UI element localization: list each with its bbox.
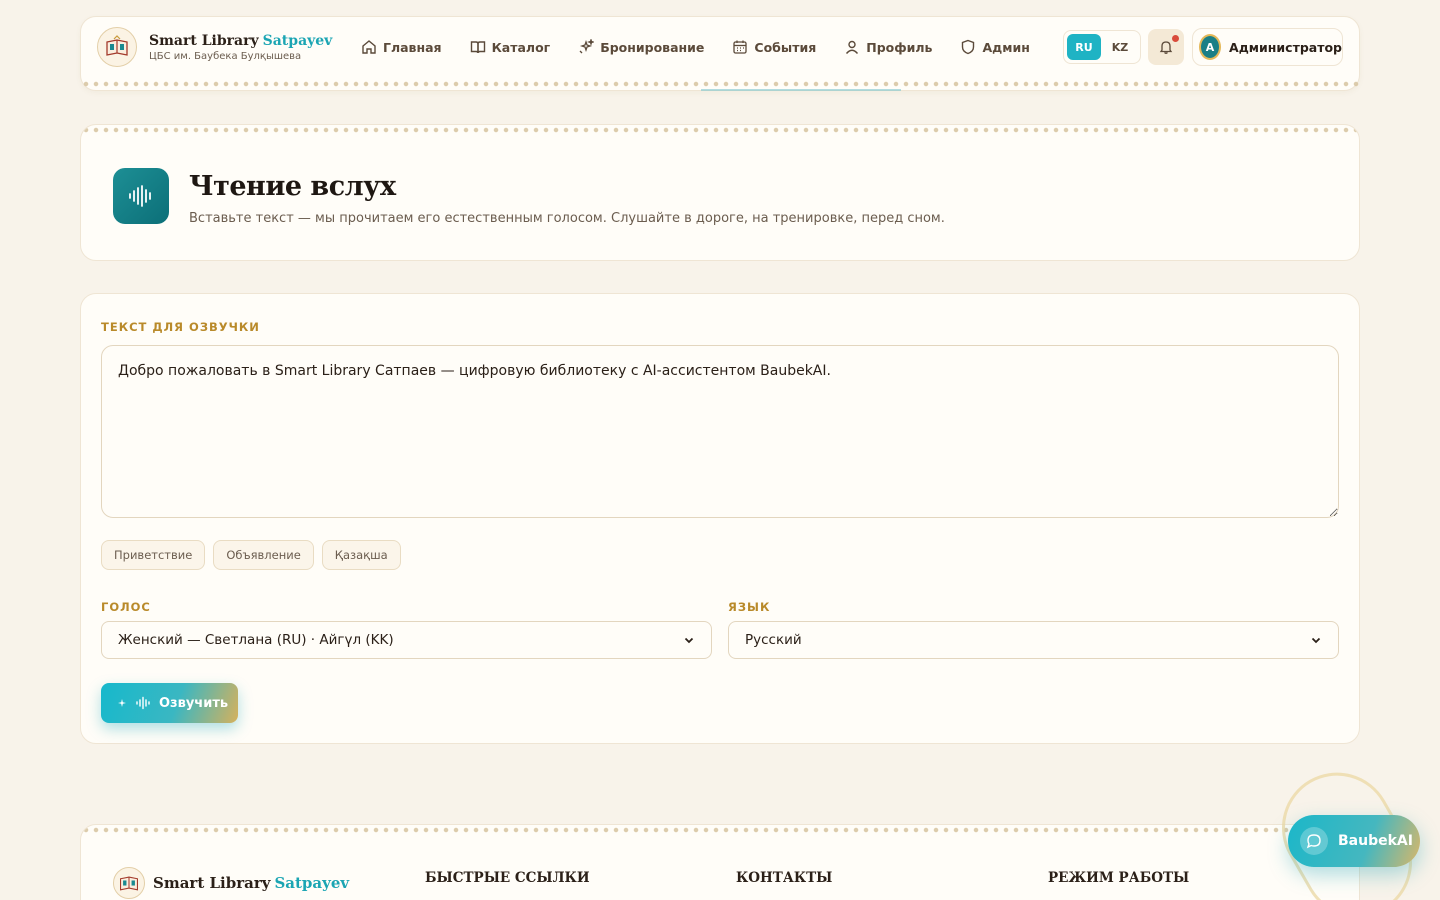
nav-home[interactable]: Главная xyxy=(361,37,442,57)
user-menu[interactable]: A Администратор xyxy=(1192,28,1343,66)
lang-ru-button[interactable]: RU xyxy=(1067,34,1101,60)
footer-contacts-heading: КОНТАКТЫ xyxy=(736,870,833,886)
voice-select-value: Женский — Светлана (RU) · Айгүл (KK) xyxy=(118,632,394,648)
footer-hours-heading: РЕЖИМ РАБОТЫ xyxy=(1048,870,1190,886)
nav-profile[interactable]: Профиль xyxy=(844,37,932,57)
header-ornament xyxy=(81,79,1359,89)
user-name: Администратор xyxy=(1229,39,1342,55)
preset-chips: Приветствие Объявление Қазақша xyxy=(101,540,401,570)
chevron-down-icon xyxy=(684,637,694,644)
avatar: A xyxy=(1199,34,1222,60)
language-select[interactable]: Русский xyxy=(728,621,1339,659)
nav-catalog[interactable]: Каталог xyxy=(470,37,550,57)
audio-wave-icon xyxy=(113,168,169,224)
shield-icon xyxy=(962,39,975,55)
language-select-value: Русский xyxy=(745,632,802,648)
nav-admin[interactable]: Админ xyxy=(960,37,1030,57)
bell-icon xyxy=(1159,41,1173,54)
notification-dot xyxy=(1172,35,1179,42)
calendar-icon xyxy=(733,40,748,54)
page-title-card: Чтение вслух Вставьте текст — мы прочита… xyxy=(80,124,1360,261)
active-underline xyxy=(701,89,901,91)
notifications-button[interactable] xyxy=(1148,29,1184,65)
tts-text-input[interactable]: Добро пожаловать в Smart Library Сатпаев… xyxy=(101,345,1339,518)
lang-kz-button[interactable]: KZ xyxy=(1103,34,1137,60)
tts-form-card: ТЕКСТ ДЛЯ ОЗВУЧКИ Добро пожаловать в Sma… xyxy=(80,293,1360,744)
title-ornament xyxy=(81,125,1359,135)
library-logo-icon xyxy=(113,867,145,899)
assistant-chat-button[interactable]: BaubekAI xyxy=(1288,815,1420,867)
language-label: ЯЗЫК xyxy=(728,600,771,614)
text-field-label: ТЕКСТ ДЛЯ ОЗВУЧКИ xyxy=(101,320,260,334)
chat-bubble-icon xyxy=(1300,827,1328,855)
voice-label: ГОЛОС xyxy=(101,600,151,614)
book-icon xyxy=(470,41,485,54)
footer-ornament xyxy=(81,825,1359,835)
brand-subtitle: ЦБС им. Баубека Булқышева xyxy=(149,50,302,62)
assistant-label: BaubekAI xyxy=(1338,833,1413,849)
page-title: Чтение вслух xyxy=(189,171,396,202)
brand[interactable]: Smart Library Satpayev ЦБС им. Баубека Бу… xyxy=(97,27,332,67)
preset-announcement-chip[interactable]: Объявление xyxy=(213,540,314,570)
nav-events[interactable]: События xyxy=(732,37,816,57)
audio-wave-icon xyxy=(136,696,150,710)
brand-title: Smart Library Satpayev xyxy=(149,32,333,49)
main-nav: Главная Каталог Бронирование События Про… xyxy=(361,37,1058,57)
voice-select[interactable]: Женский — Светлана (RU) · Айгүл (KK) xyxy=(101,621,712,659)
preset-greeting-chip[interactable]: Приветствие xyxy=(101,540,206,570)
home-icon xyxy=(362,40,376,54)
site-footer: Smart Library Satpayev БЫСТРЫЕ ССЫЛКИ КОН… xyxy=(80,824,1360,900)
chevron-down-icon xyxy=(1311,637,1321,644)
footer-brand[interactable]: Smart Library Satpayev xyxy=(113,867,349,899)
sparkle-icon xyxy=(118,699,126,707)
speak-button-label: Озвучить xyxy=(159,695,229,711)
nav-booking[interactable]: Бронирование xyxy=(578,37,704,57)
footer-quick-links-heading: БЫСТРЫЕ ССЫЛКИ xyxy=(425,870,590,886)
library-logo-icon xyxy=(97,27,137,67)
footer-brand-title: Smart Library Satpayev xyxy=(153,874,350,892)
sparkles-icon xyxy=(579,39,595,54)
top-header: Smart Library Satpayev ЦБС им. Баубека Бу… xyxy=(80,16,1360,91)
speak-button[interactable]: Озвучить xyxy=(101,683,238,723)
preset-kazakh-chip[interactable]: Қазақша xyxy=(321,540,401,570)
language-switcher: RU KZ xyxy=(1063,30,1141,64)
page-subtitle: Вставьте текст — мы прочитаем его естест… xyxy=(189,211,945,226)
user-icon xyxy=(846,40,859,54)
